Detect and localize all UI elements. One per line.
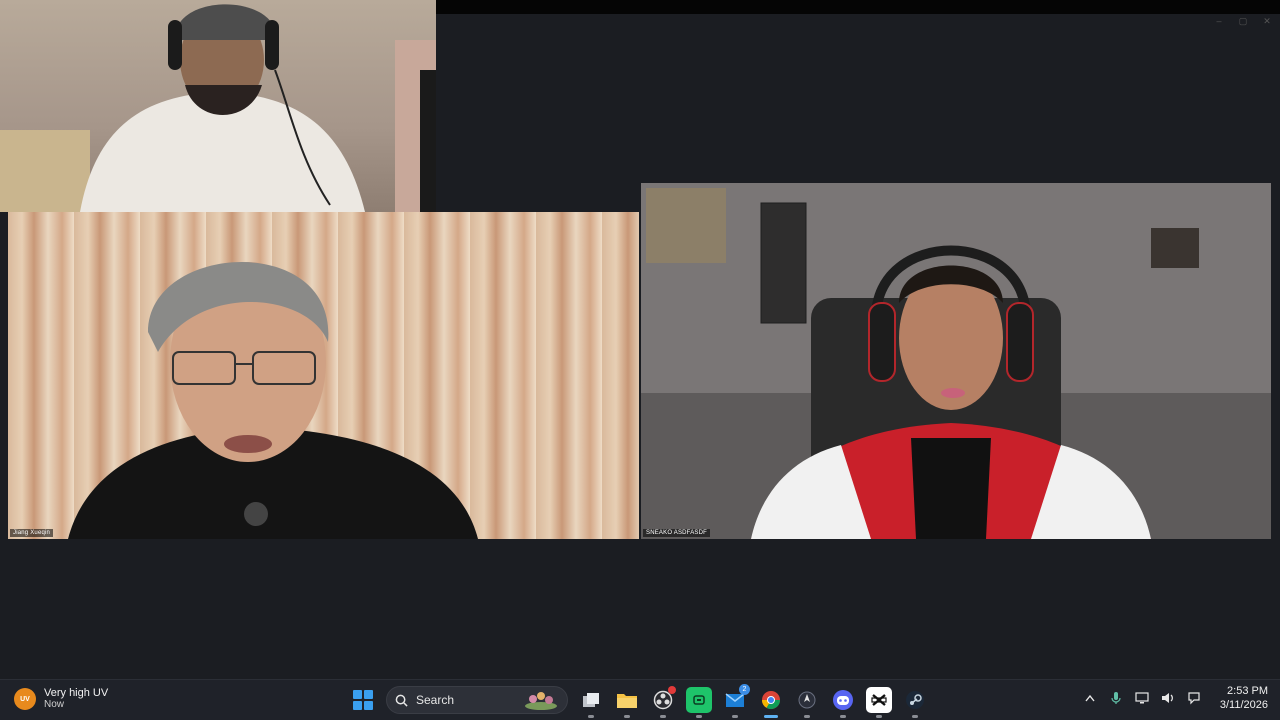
participant-video-top (0, 4, 436, 212)
taskbar-apps: Search 2 (350, 684, 928, 718)
video-tile-top[interactable] (0, 0, 436, 212)
mail-badge: 2 (739, 684, 750, 695)
volume-icon[interactable] (1160, 690, 1176, 706)
clock-time: 2:53 PM (1227, 685, 1268, 697)
participant-name-left: Jiang Xueqin (10, 529, 54, 537)
search-box[interactable]: Search (386, 686, 568, 714)
participant-video-left (68, 262, 478, 539)
chevron-up-icon[interactable] (1082, 690, 1098, 706)
dark-app-icon[interactable] (794, 687, 820, 718)
obs-icon[interactable] (650, 686, 676, 718)
clock-date: 3/11/2026 (1219, 699, 1268, 711)
taskbar: UV Very high UV Now Search 2 2:53 PM 3/1… (0, 679, 1280, 720)
steam-icon[interactable] (902, 687, 928, 718)
discord-icon[interactable] (830, 687, 856, 718)
weather-title: Very high UV (44, 687, 109, 699)
task-view-icon[interactable] (578, 687, 604, 718)
weather-subtitle: Now (44, 699, 65, 710)
uv-icon: UV (14, 688, 36, 710)
green-app-icon[interactable] (686, 687, 712, 718)
search-icon (395, 694, 408, 707)
microphone-icon[interactable] (1108, 690, 1124, 706)
title-bar (436, 0, 1280, 14)
close-button[interactable]: ✕ (1262, 16, 1272, 27)
weather-widget[interactable]: UV Very high UV Now (14, 687, 108, 711)
notifications-icon[interactable] (1186, 690, 1202, 706)
search-label: Search (416, 693, 455, 707)
search-highlight-icon (525, 692, 557, 710)
maximize-button[interactable]: ▢ (1238, 16, 1248, 27)
folder-icon[interactable] (614, 687, 640, 718)
network-icon[interactable] (1134, 690, 1150, 706)
capcut-icon[interactable] (866, 687, 892, 718)
minimize-button[interactable]: – (1214, 16, 1224, 27)
chrome-icon[interactable] (758, 687, 784, 718)
video-tile-right[interactable]: SNEAKO ASDFASDF (641, 183, 1271, 539)
video-tile-left[interactable]: Jiang Xueqin (8, 212, 639, 539)
window-controls: – ▢ ✕ (1214, 16, 1272, 27)
system-tray: 2:53 PM 3/11/2026 (1082, 684, 1268, 712)
participant-name-right: SNEAKO ASDFASDF (643, 529, 711, 537)
mail-icon[interactable]: 2 (722, 684, 750, 718)
participant-video-right (641, 183, 1271, 539)
start-button[interactable] (350, 687, 376, 713)
clock[interactable]: 2:53 PM 3/11/2026 (1220, 684, 1268, 712)
